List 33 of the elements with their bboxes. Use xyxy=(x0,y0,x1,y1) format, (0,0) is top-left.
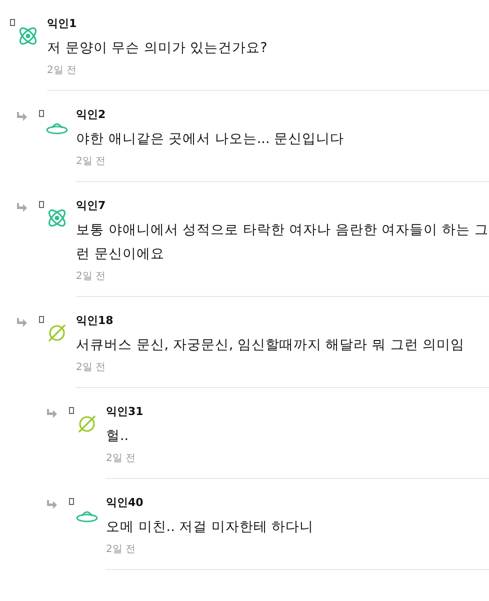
author-name: 익인1 xyxy=(47,17,78,30)
reply-arrow-icon xyxy=(16,318,27,328)
author-name: 익인18 xyxy=(76,314,114,327)
reply-arrow-icon xyxy=(16,203,27,213)
reply-arrow-icon xyxy=(46,500,57,510)
marker-icon xyxy=(39,316,44,323)
marker-icon xyxy=(39,110,44,117)
author-name: 익인2 xyxy=(76,108,107,121)
planet-icon xyxy=(76,413,98,435)
timestamp: 2일 전 xyxy=(76,271,107,283)
comment-text: 헐.. xyxy=(106,427,130,446)
comment-text: 오메 미친.. 저걸 미자한테 하다니 xyxy=(106,518,315,537)
planet-icon xyxy=(46,322,68,344)
marker-icon xyxy=(69,407,74,414)
reply-arrow-icon xyxy=(46,409,57,419)
marker-icon xyxy=(69,498,74,505)
comment-text: 보통 야애니에서 성적으로 타락한 여자나 음란한 여자들이 하는 그런 문신이에요 xyxy=(76,221,489,264)
author-name: 익인7 xyxy=(76,199,107,212)
reply-arrow-icon xyxy=(16,112,27,122)
comment-text: 야한 애니같은 곳에서 나오는... 문신입니다 xyxy=(76,130,346,149)
marker-icon xyxy=(39,201,44,208)
atom-icon xyxy=(46,207,68,229)
timestamp: 2일 전 xyxy=(76,362,107,374)
timestamp: 2일 전 xyxy=(106,544,137,556)
atom-icon xyxy=(17,25,39,47)
author-name: 익인40 xyxy=(106,496,144,509)
marker-icon xyxy=(10,19,15,26)
comment-text: 서큐버스 문신, 자궁문신, 임신할때까지 해달라 뭐 그런 의미임 xyxy=(76,336,466,355)
timestamp: 2일 전 xyxy=(106,453,137,465)
timestamp: 2일 전 xyxy=(76,156,107,168)
comment-text: 저 문양이 무슨 의미가 있는건가요? xyxy=(47,39,268,58)
author-name: 익인31 xyxy=(106,405,144,418)
timestamp: 2일 전 xyxy=(47,65,78,77)
